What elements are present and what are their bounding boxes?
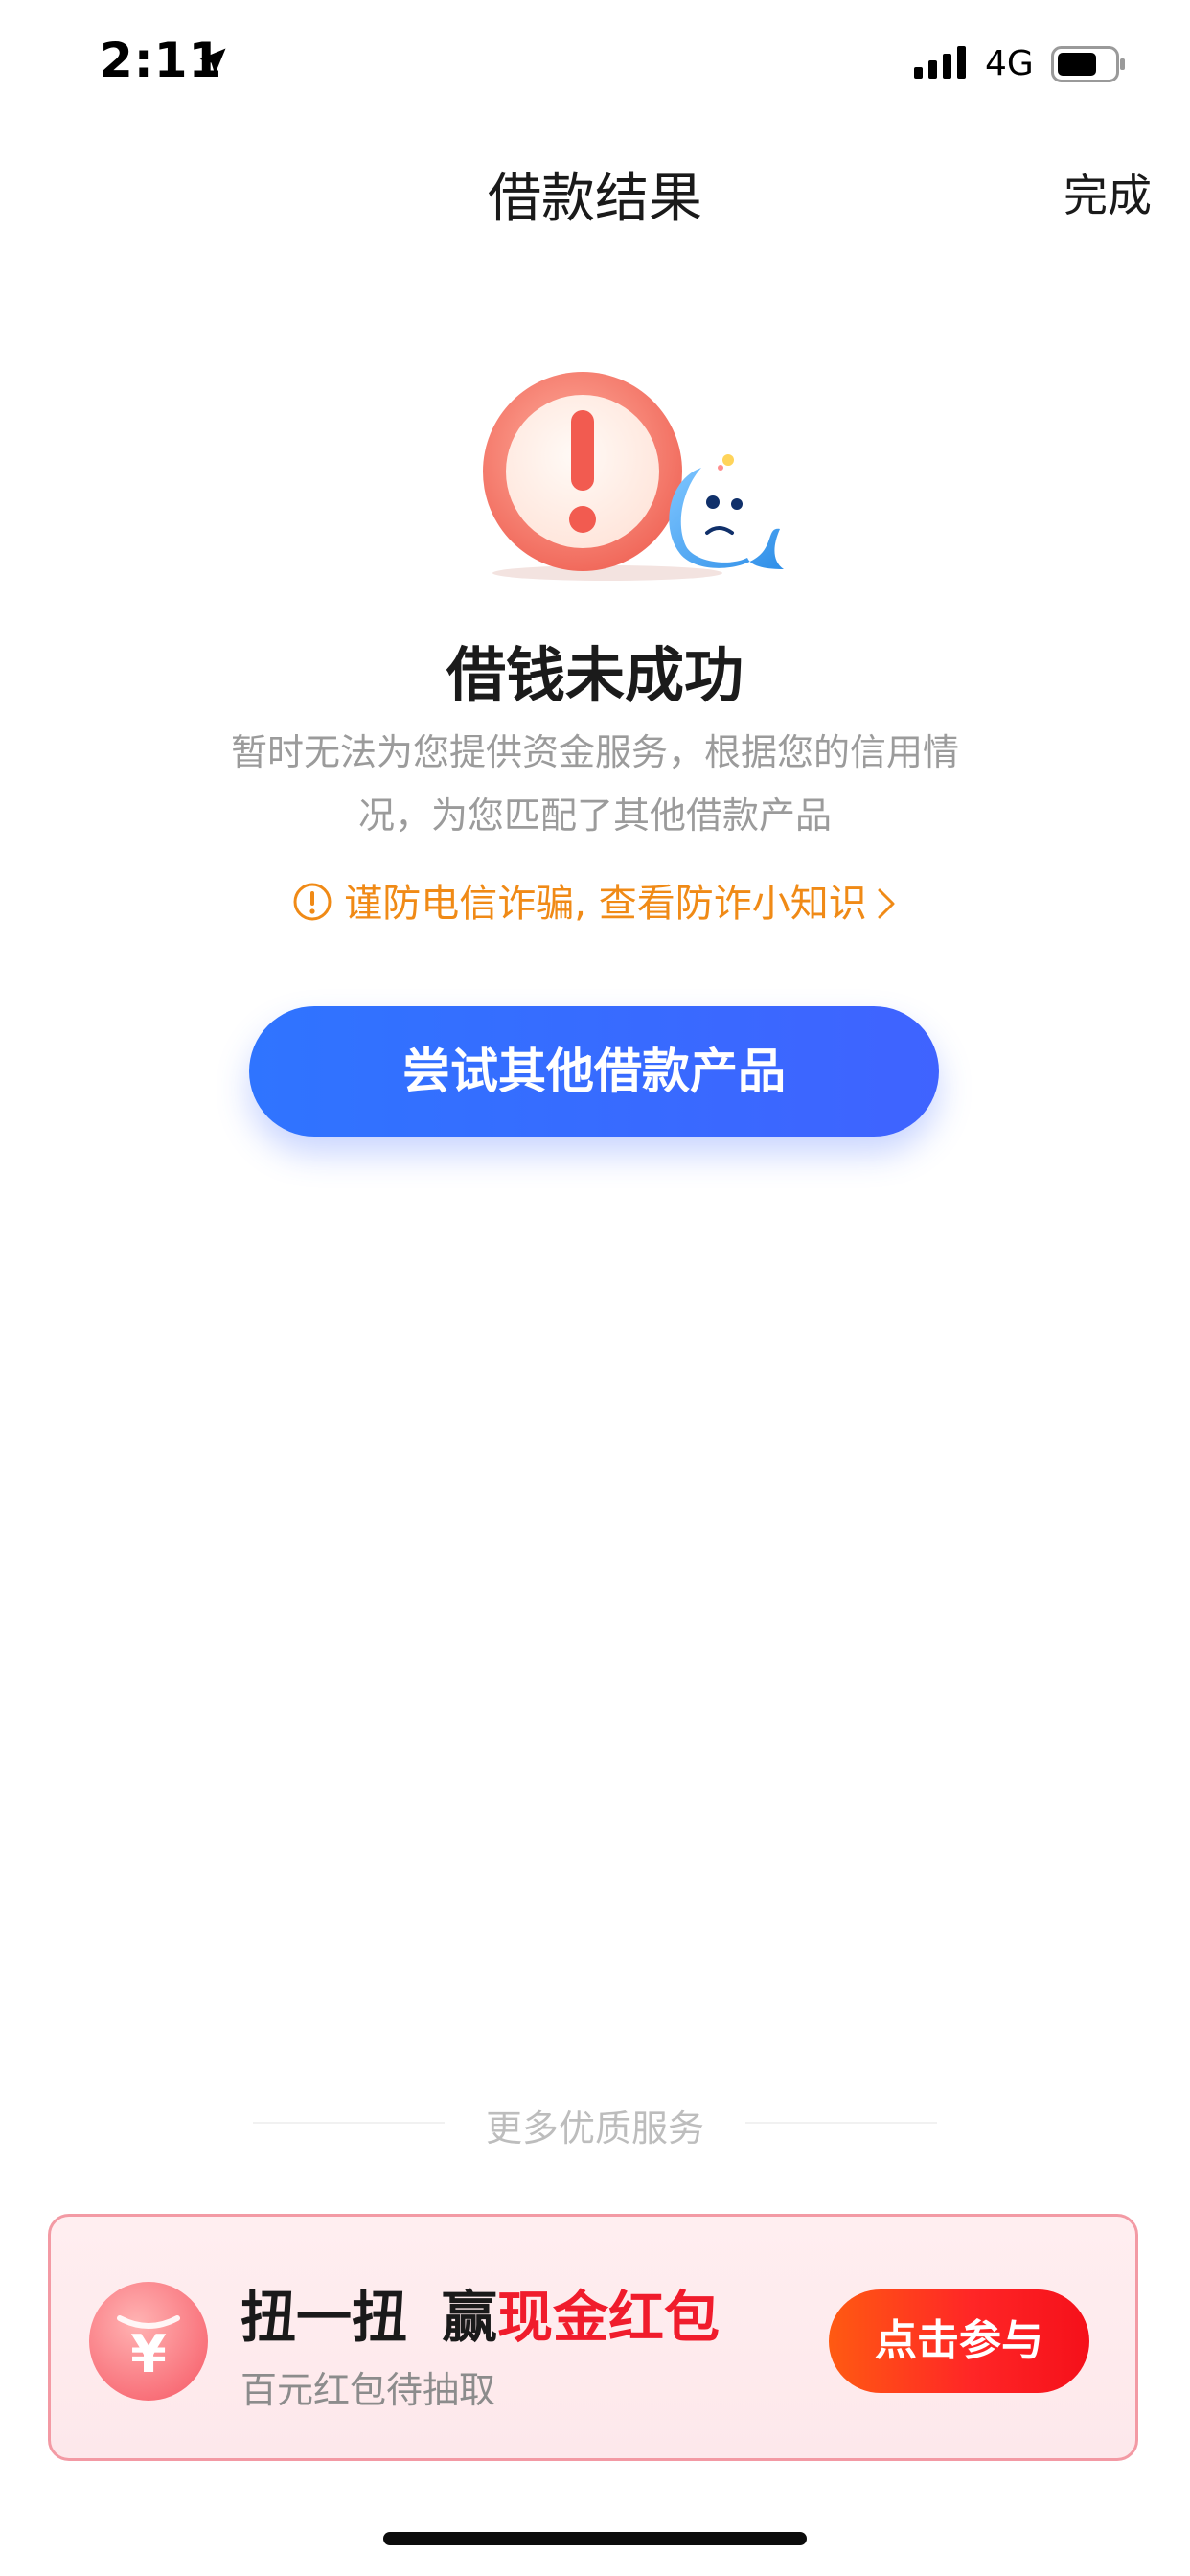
fraud-warning-link[interactable]: 谨防电信诈骗, 查看防诈小知识 bbox=[0, 872, 1190, 928]
battery-icon bbox=[1051, 46, 1125, 82]
done-button[interactable]: 完成 bbox=[1064, 161, 1152, 224]
warning-circle-icon bbox=[293, 883, 332, 921]
try-other-products-button[interactable]: 尝试其他借款产品 bbox=[249, 1006, 939, 1137]
mascot-fish bbox=[669, 454, 784, 569]
svg-text:¥: ¥ bbox=[130, 2324, 167, 2384]
divider-line-right bbox=[745, 2122, 937, 2124]
promo-subtitle: 百元红包待抽取 bbox=[240, 2369, 496, 2411]
network-type: 4G bbox=[985, 44, 1034, 83]
promo-title-part-1: 扭一扭 bbox=[240, 2285, 408, 2350]
promo-title-part-2: 赢 bbox=[442, 2285, 498, 2350]
result-description-line-1: 暂时无法为您提供资金服务，根据您的信用情 bbox=[230, 731, 959, 773]
fraud-warning-text: 谨防电信诈骗, 查看防诈小知识 bbox=[344, 882, 867, 926]
home-indicator[interactable] bbox=[383, 2532, 807, 2545]
signal-bars-icon bbox=[914, 46, 966, 79]
navigation-bar: 借款结果 完成 bbox=[0, 134, 1190, 240]
promo-title-highlight: 现金红包 bbox=[497, 2285, 721, 2350]
more-services-divider: 更多优质服务 bbox=[0, 2089, 1190, 2156]
promo-title: 扭一扭 赢现金红包 bbox=[240, 2272, 720, 2353]
chevron-right-icon bbox=[878, 888, 895, 919]
result-description-line-2: 况，为您匹配了其他借款产品 bbox=[357, 794, 832, 837]
more-services-label: 更多优质服务 bbox=[485, 2107, 704, 2150]
failure-illustration bbox=[483, 372, 784, 581]
result-description: 暂时无法为您提供资金服务，根据您的信用情 况，为您匹配了其他借款产品 bbox=[211, 721, 979, 847]
status-bar: 2:11 4G bbox=[0, 0, 1190, 134]
join-promo-button[interactable]: 点击参与 bbox=[829, 2289, 1089, 2393]
location-arrow-icon bbox=[199, 48, 226, 75]
promo-card[interactable]: ¥ 扭一扭 赢现金红包 百元红包待抽取 点击参与 bbox=[48, 2214, 1138, 2461]
page-title: 借款结果 bbox=[488, 168, 702, 230]
yuan-coin-icon: ¥ bbox=[89, 2282, 208, 2401]
result-title: 借钱未成功 bbox=[446, 640, 744, 710]
